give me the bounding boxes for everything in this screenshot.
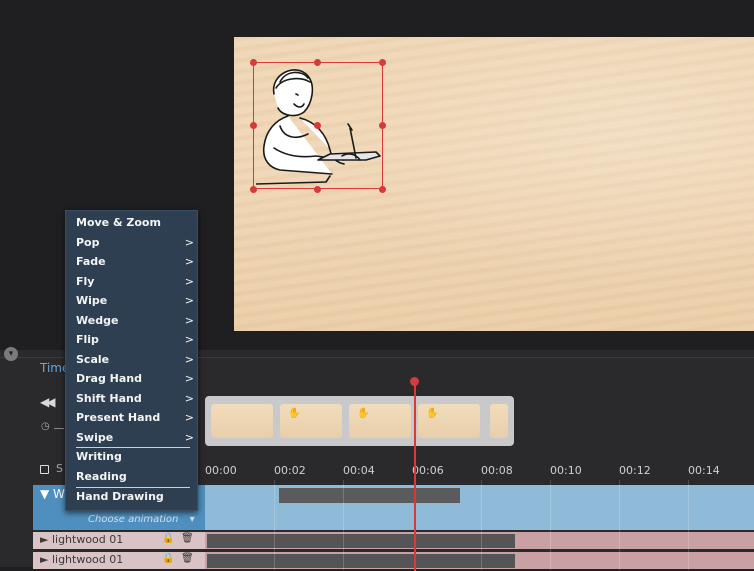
track-label-w[interactable]: ▼ W — [40, 487, 65, 501]
submenu-arrow-icon: > — [184, 236, 194, 249]
menu-item-label: Hand Drawing — [76, 490, 164, 503]
menu-item-label: Writing — [76, 450, 122, 463]
time-tick: 00:08 — [481, 464, 513, 477]
time-tick: 00:14 — [688, 464, 720, 477]
menu-item-label: Flip — [76, 333, 99, 346]
menu-item-label: Shift Hand — [76, 392, 142, 405]
menu-item-label: Swipe — [76, 431, 114, 444]
menu-item-fade[interactable]: Fade > — [76, 255, 194, 268]
resize-handle-left[interactable] — [250, 122, 257, 129]
time-tick: 00:04 — [343, 464, 375, 477]
submenu-arrow-icon: > — [184, 411, 194, 424]
animation-menu: Move & Zoom Pop > Fade > Fly > Wipe > Wedge >… — [65, 210, 198, 511]
menu-item-swipe[interactable]: Swipe > — [76, 431, 194, 444]
menu-item-scale[interactable]: Scale > — [76, 353, 194, 366]
chevron-down-icon: ▾ — [189, 514, 195, 525]
time-tick: 00:06 — [412, 464, 444, 477]
submenu-arrow-icon: > — [184, 392, 194, 405]
clock-icon: ◷ — [41, 421, 50, 432]
lock-icon[interactable]: 🔒 — [162, 533, 174, 544]
resize-handle-top-left[interactable] — [250, 59, 257, 66]
menu-item-label: Move & Zoom — [76, 216, 161, 229]
menu-item-label: Fade — [76, 255, 106, 268]
menu-item-label: Wipe — [76, 294, 108, 307]
grid-line — [688, 480, 689, 570]
menu-item-shift-hand[interactable]: Shift Hand > — [76, 392, 194, 405]
playhead-handle[interactable] — [410, 377, 419, 386]
menu-item-pop[interactable]: Pop > — [76, 236, 194, 249]
thumbnail-item[interactable]: ✋ — [418, 404, 480, 438]
track-clip-bar[interactable] — [207, 554, 515, 568]
grid-line — [481, 480, 482, 570]
menu-item-fly[interactable]: Fly > — [76, 275, 194, 288]
grid-line — [550, 480, 551, 570]
time-tick: 00:02 — [274, 464, 306, 477]
menu-item-label: Scale — [76, 353, 110, 366]
submenu-arrow-icon: > — [184, 294, 194, 307]
menu-separator — [76, 447, 190, 448]
thumbnail-item[interactable] — [490, 404, 508, 438]
grid-line — [619, 480, 620, 570]
resize-handle-right[interactable] — [379, 122, 386, 129]
layer-label[interactable]: ► lightwood 01 — [40, 533, 123, 546]
choose-animation-label: Choose animation — [88, 514, 179, 525]
section-label: S — [56, 462, 63, 475]
track-clip-bar[interactable] — [207, 534, 515, 548]
menu-item-move-zoom[interactable]: Move & Zoom — [76, 216, 194, 229]
grid-line — [274, 480, 275, 570]
time-tick: 00:10 — [550, 464, 582, 477]
thumbnail-item[interactable]: ✋ — [280, 404, 342, 438]
time-tick: 00:12 — [619, 464, 651, 477]
submenu-arrow-icon: > — [184, 353, 194, 366]
menu-item-label: Wedge — [76, 314, 119, 327]
center-handle[interactable] — [314, 122, 321, 129]
menu-item-label: Drag Hand — [76, 372, 143, 385]
menu-item-wipe[interactable]: Wipe > — [76, 294, 194, 307]
playhead-line[interactable] — [414, 381, 416, 571]
track-clip-bar[interactable] — [279, 488, 460, 503]
hand-icon: ✋ — [288, 408, 301, 419]
submenu-arrow-icon: > — [184, 431, 194, 444]
resize-handle-bottom-right[interactable] — [379, 186, 386, 193]
submenu-arrow-icon: > — [184, 255, 194, 268]
choose-animation-dropdown[interactable]: Choose animation ▾ — [88, 514, 195, 525]
select-all-checkbox[interactable] — [40, 465, 49, 474]
submenu-arrow-icon: > — [184, 314, 194, 327]
submenu-arrow-icon: > — [184, 372, 194, 385]
menu-item-label: Reading — [76, 470, 127, 483]
scene-thumbnail-strip: ✋ ✋ ✋ — [205, 396, 514, 446]
thumbnail-item[interactable] — [211, 404, 273, 438]
duration-slider[interactable] — [54, 428, 64, 429]
resize-handle-top-right[interactable] — [379, 59, 386, 66]
menu-separator — [76, 487, 190, 488]
menu-item-flip[interactable]: Flip > — [76, 333, 194, 346]
submenu-arrow-icon: > — [184, 333, 194, 346]
grid-line — [343, 480, 344, 570]
thumbnail-item[interactable]: ✋ — [349, 404, 411, 438]
menu-item-reading[interactable]: Reading — [76, 470, 194, 483]
menu-item-present-hand[interactable]: Present Hand > — [76, 411, 194, 424]
time-tick: 00:00 — [205, 464, 237, 477]
trash-icon[interactable]: 🗑 — [181, 553, 194, 564]
collapse-icon[interactable]: ▾ — [4, 347, 18, 361]
rewind-icon[interactable]: ◀◀ — [40, 395, 56, 409]
menu-item-wedge[interactable]: Wedge > — [76, 314, 194, 327]
lock-icon[interactable]: 🔒 — [162, 553, 174, 564]
menu-item-hand-drawing[interactable]: Hand Drawing — [76, 490, 194, 503]
resize-handle-bottom-left[interactable] — [250, 186, 257, 193]
hand-icon: ✋ — [357, 408, 370, 419]
resize-handle-top[interactable] — [314, 59, 321, 66]
menu-item-label: Pop — [76, 236, 100, 249]
menu-item-writing[interactable]: Writing — [76, 450, 194, 463]
trash-icon[interactable]: 🗑 — [181, 533, 194, 544]
menu-item-label: Present Hand — [76, 411, 161, 424]
resize-handle-bottom[interactable] — [314, 186, 321, 193]
menu-item-drag-hand[interactable]: Drag Hand > — [76, 372, 194, 385]
hand-icon: ✋ — [426, 408, 439, 419]
layer-label[interactable]: ► lightwood 01 — [40, 553, 123, 566]
menu-item-label: Fly — [76, 275, 95, 288]
submenu-arrow-icon: > — [184, 275, 194, 288]
